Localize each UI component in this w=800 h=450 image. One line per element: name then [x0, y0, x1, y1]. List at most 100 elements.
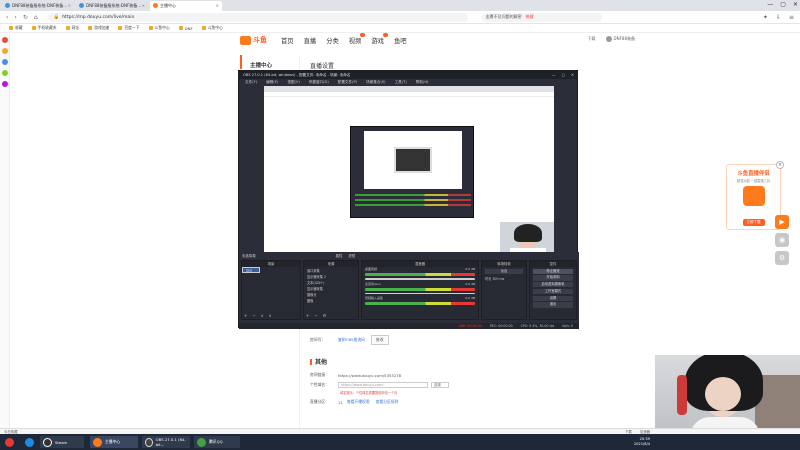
bookmark-item[interactable]: 网址	[65, 25, 79, 31]
taskbar-app[interactable]: Steam	[40, 436, 84, 448]
stop-streaming-button[interactable]: 停止推流	[533, 268, 573, 274]
volume-slider[interactable]	[365, 278, 475, 280]
copy-obs-link[interactable]: 复制OBS推流码	[338, 337, 365, 343]
sidebar-app-icon[interactable]	[1, 59, 8, 65]
menu-help[interactable]: 帮助(H)	[416, 80, 429, 85]
sidebar-title[interactable]: 主播中心	[240, 55, 299, 69]
virtual-camera-button[interactable]: 启动虚拟摄像机	[533, 282, 573, 288]
forward-icon[interactable]: ›	[14, 14, 16, 21]
taskbar-clock[interactable]: 20:39 2021/8/4	[634, 437, 650, 447]
transition-select[interactable]: 淡出	[485, 268, 523, 274]
bookmark-item[interactable]: 游戏加速	[88, 25, 109, 31]
bookmark-item[interactable]: 斗鱼中心	[148, 25, 170, 31]
accelerator-link[interactable]: 加速器	[640, 429, 650, 434]
promo-download-button[interactable]: 立即下载	[742, 219, 765, 226]
refresh-icon[interactable]: ↻	[23, 14, 28, 21]
browser-tab[interactable]: DNF88装备服系统-DNF装备... ✕	[2, 1, 74, 11]
bookmark-item[interactable]: DNF	[178, 26, 193, 31]
menu-profile[interactable]: 配置文件(P)	[338, 80, 357, 85]
browser-tab[interactable]: DNF88装备服系统-DNF装备... ✕	[76, 1, 148, 11]
close-icon[interactable]: ✕	[68, 3, 71, 8]
user-menu[interactable]: DNF88装备	[605, 36, 635, 42]
settings-button[interactable]: 设置	[533, 295, 573, 301]
bookmark-item[interactable]: 手机收藏夹	[31, 25, 57, 31]
zone-permission-link[interactable]: 查看开播权限	[347, 399, 370, 405]
nav-fishbar[interactable]: 鱼吧	[394, 36, 407, 45]
zone-rules-link[interactable]: 查看分区规则	[376, 399, 399, 405]
sidebar-app-icon[interactable]	[1, 81, 8, 87]
nav-video[interactable]: 视频	[349, 32, 366, 45]
close-icon[interactable]: ✕	[216, 3, 219, 8]
nav-category[interactable]: 分类	[326, 36, 339, 45]
sidebar-app-icon[interactable]	[1, 70, 8, 76]
menu-view[interactable]: 视图(V)	[287, 80, 299, 85]
gear-icon[interactable]: ⚙	[323, 313, 327, 318]
close-icon[interactable]: ×	[776, 161, 784, 169]
hot-search-badge[interactable]: 热搜	[526, 14, 534, 20]
nav-live[interactable]: 直播	[304, 36, 317, 45]
screen: DNF88装备服系统-DNF装备... ✕ DNF88装备服系统-DNF装备...…	[0, 0, 800, 450]
download-link[interactable]: 下载	[625, 429, 632, 434]
home-icon[interactable]: ⌂	[34, 14, 38, 21]
menu-edit[interactable]: 编辑(E)	[266, 80, 278, 85]
bookmark-item[interactable]: 斗鱼中心	[201, 25, 223, 31]
close-window-icon[interactable]: ✕	[793, 1, 798, 8]
minimize-icon[interactable]: —	[767, 1, 773, 8]
douyu-logo[interactable]: 斗鱼	[240, 35, 267, 45]
taskbar-app[interactable]: 腾讯QQ	[194, 436, 240, 448]
sidebar-app-icon[interactable]	[1, 48, 8, 54]
back-icon[interactable]: ‹	[6, 14, 8, 21]
room-link-value[interactable]: https://www.douyu.com/5353278	[338, 373, 401, 378]
start-recording-button[interactable]: 开始录制	[533, 275, 573, 281]
nav-game[interactable]: 游戏	[371, 32, 388, 45]
bookmark-item[interactable]: 百度一下	[118, 25, 140, 31]
nav-home[interactable]: 首页	[281, 36, 294, 45]
promo-subtitle: 超强功能 一键直播工具	[737, 179, 770, 183]
menu-tools[interactable]: 工具(T)	[395, 80, 407, 85]
remove-icon[interactable]: −	[314, 313, 317, 318]
domain-input[interactable]: https://www.douyu.com/	[338, 382, 428, 388]
volume-slider[interactable]	[365, 292, 475, 294]
maximize-icon[interactable]: ▢	[780, 1, 786, 8]
browser-search[interactable]: 金庸不及问题的解密 热搜	[481, 12, 602, 22]
modify-button[interactable]: 修改	[370, 335, 389, 345]
up-icon[interactable]: ∧	[261, 313, 264, 318]
taskbar-app[interactable]: 主播中心	[90, 436, 138, 448]
menu-file[interactable]: 文件(F)	[245, 80, 257, 85]
play-icon[interactable]: ▶	[775, 215, 789, 229]
source-item[interactable]: 图像	[304, 297, 358, 303]
download-link[interactable]: 下载	[588, 36, 596, 42]
promo-card[interactable]: × 斗鱼直播伴侣 超强功能 一键直播工具 立即下载	[726, 161, 784, 230]
settings-icon[interactable]: ⚙	[775, 251, 789, 265]
taskbar-app[interactable]	[22, 436, 37, 448]
domain-select[interactable]: 选择	[431, 382, 449, 388]
close-icon[interactable]: ✕	[142, 3, 145, 8]
add-icon[interactable]: +	[306, 313, 309, 318]
camera-icon[interactable]: ◉	[775, 233, 789, 247]
maximize-icon[interactable]: ▢	[562, 73, 565, 77]
address-bar[interactable]: 🔒 https://mp.douyu.com/live/main	[47, 12, 468, 22]
studio-mode-button[interactable]: 工作室模式	[533, 288, 573, 295]
exit-button[interactable]: 退出	[533, 302, 573, 308]
bookmark-item[interactable]: 收藏	[9, 25, 23, 31]
scene-item[interactable]: 场景	[242, 267, 260, 273]
menu-icon[interactable]: ≡	[789, 14, 794, 21]
menu-docks[interactable]: 停靠窗口(D)	[309, 80, 329, 85]
duration-value[interactable]: 300 ms	[492, 277, 504, 281]
down-icon[interactable]: ∨	[269, 313, 272, 318]
remove-icon[interactable]: −	[252, 313, 255, 318]
start-button[interactable]	[2, 436, 17, 448]
browser-tab-active[interactable]: 主播中心 ✕	[150, 0, 222, 11]
download-icon[interactable]: ⇩	[776, 14, 781, 21]
obs-preview[interactable]	[264, 86, 554, 259]
download-bar-label[interactable]: 今日收藏	[4, 429, 18, 434]
close-icon[interactable]: ✕	[571, 73, 574, 77]
filters-tab[interactable]: 滤镜	[348, 253, 355, 258]
sidebar-app-icon[interactable]	[1, 37, 8, 43]
taskbar-app[interactable]: OBS 27.0.1 (64-bit...	[142, 436, 190, 448]
extension-icon[interactable]: ✦	[763, 14, 768, 21]
properties-tab[interactable]: 属性	[336, 253, 343, 258]
add-icon[interactable]: +	[244, 313, 247, 318]
minimize-icon[interactable]: —	[552, 73, 556, 77]
menu-scene-collection[interactable]: 场景集合(S)	[366, 80, 385, 85]
